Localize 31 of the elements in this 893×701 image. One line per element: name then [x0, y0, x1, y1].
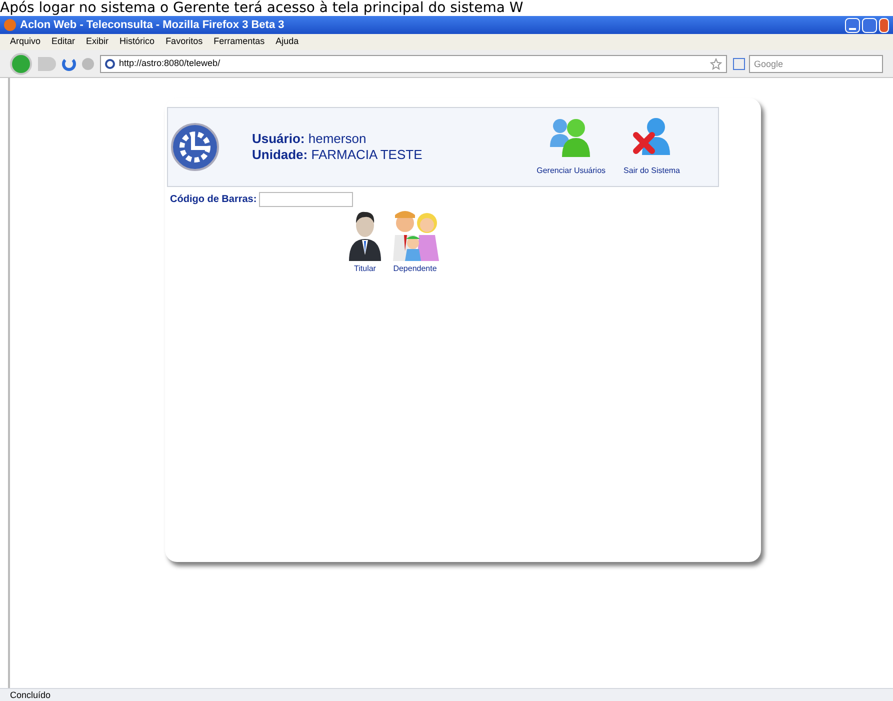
menu-item[interactable]: Ajuda: [276, 35, 299, 49]
action-link[interactable]: Gerenciar Usuários: [536, 165, 606, 177]
menu-item[interactable]: Exibir: [86, 35, 109, 49]
menu-item[interactable]: Editar: [52, 35, 76, 49]
menu-item[interactable]: Favoritos: [166, 35, 203, 49]
address-field[interactable]: http://astro:8080/teleweb/: [100, 54, 727, 72]
caption-text: Após logar no sistema o Gerente terá acesso à tela principal do sistema W: [0, 0, 524, 16]
site-icon: [105, 58, 115, 68]
close-button[interactable]: [879, 18, 889, 32]
menu-item[interactable]: Ferramentas: [214, 35, 265, 49]
clock-logo-icon: [171, 120, 219, 174]
option-link[interactable]: Titular: [354, 263, 376, 275]
menu-item[interactable]: Histórico: [120, 35, 155, 49]
barcode-input[interactable]: [258, 192, 353, 207]
user-name: hemerson: [308, 131, 366, 146]
window-title: Aclon Web - Teleconsulta - Mozilla Firefox 3 Beta 3: [20, 18, 284, 33]
minimize-icon: [849, 28, 856, 30]
maximize-button[interactable]: [862, 18, 877, 32]
barcode-label: Código de Barras:: [170, 193, 257, 207]
reload-icon[interactable]: [62, 56, 76, 70]
menu-item[interactable]: Arquivo: [10, 35, 41, 49]
unit-label: Unidade:: [252, 147, 308, 162]
businessman-icon: [347, 209, 383, 261]
user-label: Usuário:: [252, 131, 305, 146]
status-bar: Concluído: [0, 688, 893, 701]
unit-name: FARMACIA TESTE: [311, 147, 422, 162]
minimize-button[interactable]: [845, 18, 860, 32]
search-field[interactable]: Google: [749, 54, 883, 72]
star-icon[interactable]: [710, 58, 722, 70]
option-link[interactable]: Dependente: [393, 263, 437, 275]
action-link[interactable]: Sair do Sistema: [624, 165, 680, 177]
